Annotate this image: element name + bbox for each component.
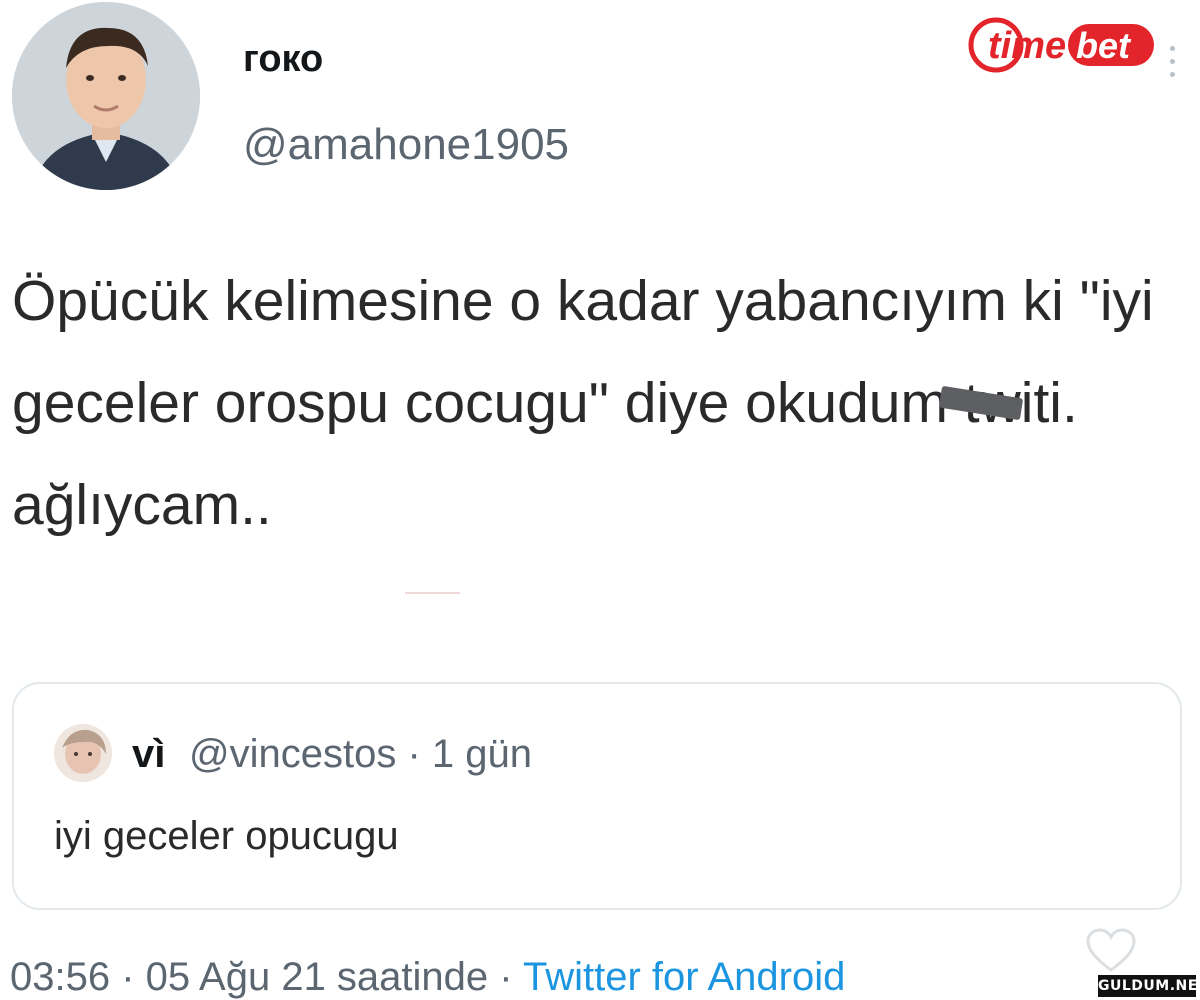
quoted-tweet-card[interactable]: vì @vincestos · 1 gün iyi geceler opucug… xyxy=(12,682,1182,910)
author-handle[interactable]: @amahone1905 xyxy=(243,120,569,170)
quoted-author-meta[interactable]: @vincestos · 1 gün xyxy=(189,732,532,777)
brand-logo: time bet xyxy=(968,16,1158,74)
tweet-time[interactable]: 03:56 · 05 Ağu 21 saatinde · xyxy=(10,955,523,999)
divider xyxy=(405,592,460,594)
author-avatar[interactable] xyxy=(12,2,200,190)
tweet-source-link[interactable]: Twitter for Android xyxy=(523,955,845,999)
watermark-label: GULDUM.NET xyxy=(1098,975,1200,997)
heart-icon xyxy=(1086,928,1136,974)
author-name[interactable]: гоко xyxy=(243,38,323,81)
quoted-author-avatar[interactable] xyxy=(54,724,112,782)
quoted-author-name[interactable]: vì xyxy=(132,732,165,777)
tweet-timestamp: 03:56 · 05 Ağu 21 saatinde · Twitter for… xyxy=(10,955,845,1000)
quoted-tweet-text: iyi geceler opucugu xyxy=(54,814,399,858)
brand-logo-text-b: bet xyxy=(1076,25,1132,66)
brand-logo-text-a: time xyxy=(988,25,1066,67)
more-vertical-icon[interactable] xyxy=(1166,46,1178,94)
